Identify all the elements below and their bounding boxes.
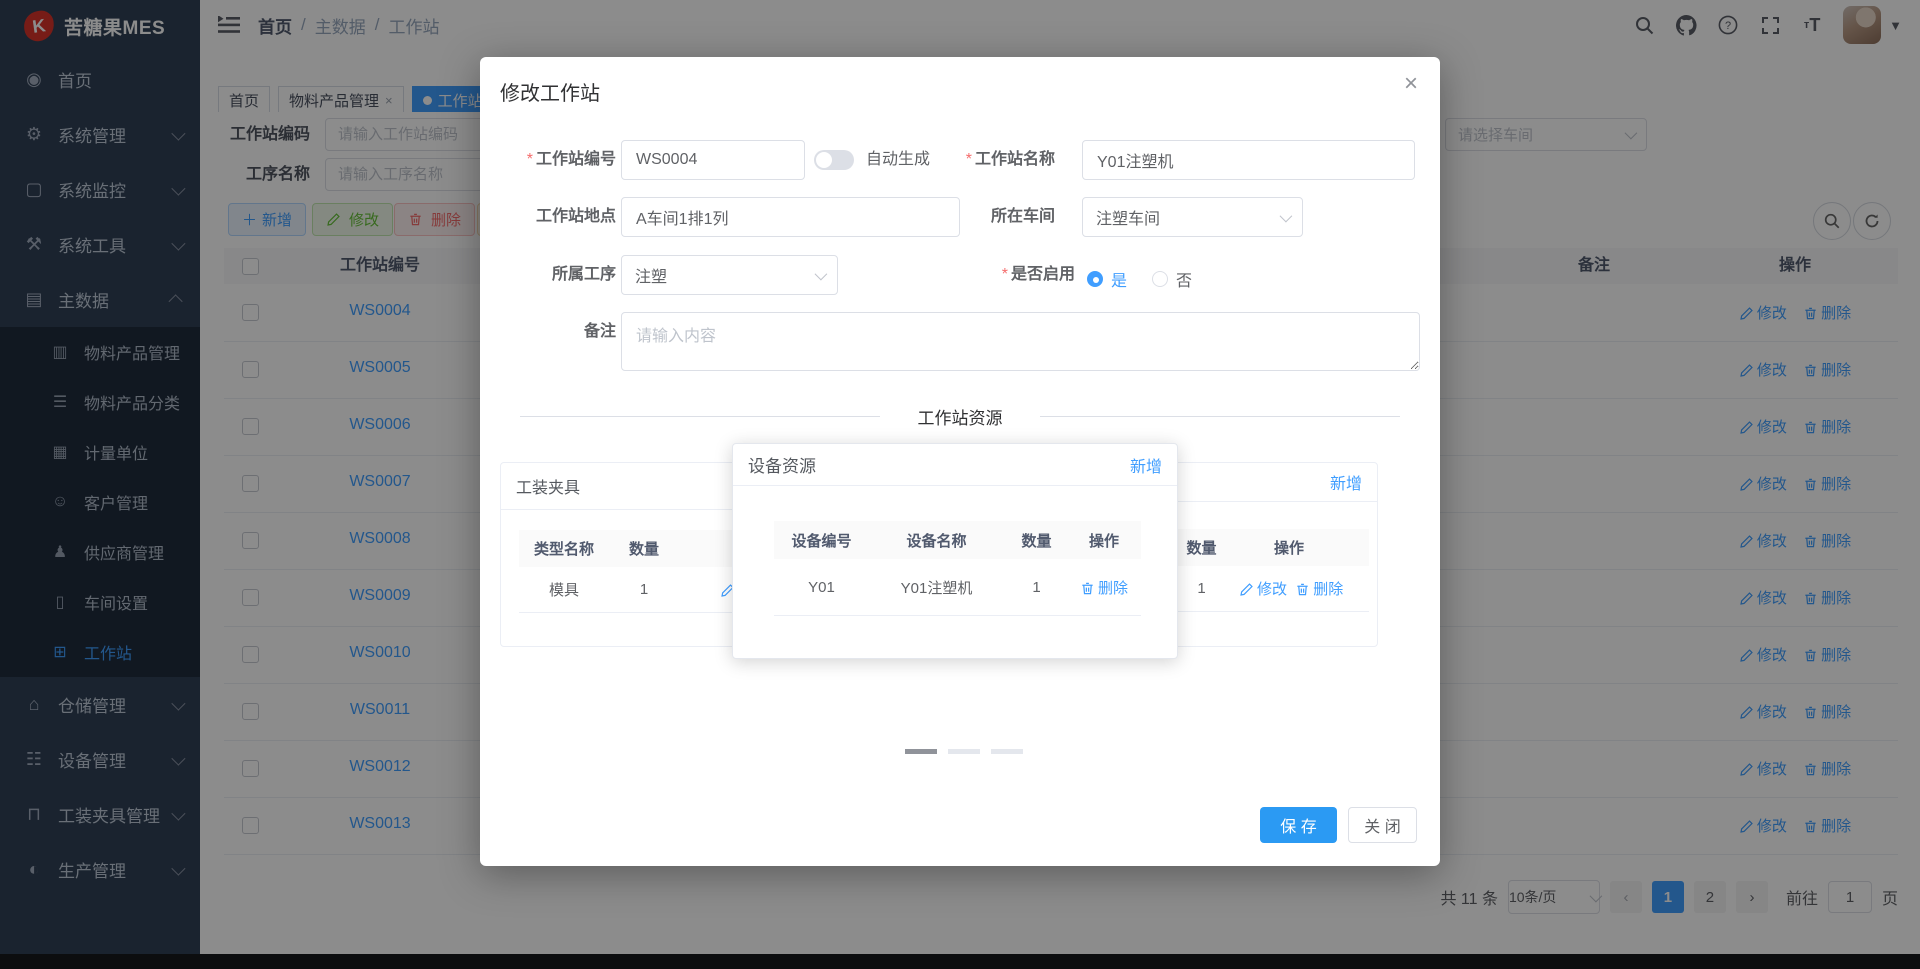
dialog-title: 修改工作站 — [500, 83, 600, 105]
device-card-title: 设备资源 — [748, 457, 816, 476]
enabled-yes-radio[interactable]: 是 — [1087, 267, 1127, 291]
fixture-card-title: 工装夹具 — [516, 480, 581, 497]
carousel-indicators — [905, 749, 1023, 754]
radio-unselected-icon — [1152, 271, 1168, 287]
workshop-select[interactable]: 注塑车间 — [1082, 197, 1303, 237]
device-row-qty: 1 — [1032, 578, 1041, 596]
device-resource-card: 设备资源 新增 设备编号 设备名称 数量 操作 Y01 Y01注塑机 1 删除 — [732, 443, 1178, 659]
device-row-code: Y01 — [808, 578, 835, 596]
chevron-down-icon — [814, 267, 828, 280]
process-label: 所属工序 — [551, 266, 616, 283]
process-select[interactable]: 注塑 — [621, 255, 838, 295]
edit-workstation-dialog: 修改工作站 × *工作站编号 自动生成 *工作站名称 工作站地点 所在车间 注塑… — [480, 57, 1440, 866]
workshop-label: 所在车间 — [990, 208, 1055, 225]
enabled-no-radio[interactable]: 否 — [1152, 267, 1192, 291]
third-col-actions: 操作 — [1273, 540, 1304, 557]
device-card-add-link[interactable]: 新增 — [1130, 453, 1162, 477]
section-title: 工作站资源 — [880, 404, 1040, 429]
device-col-actions: 操作 — [1088, 532, 1119, 550]
save-button[interactable]: 保 存 — [1260, 807, 1337, 843]
fixture-row-qty: 1 — [639, 581, 649, 598]
code-label: * 工作站编号 — [526, 151, 616, 168]
third-card-add-link[interactable]: 新增 — [1330, 470, 1362, 494]
auto-generate-toggle[interactable] — [814, 150, 854, 170]
fixture-row-type: 模具 — [548, 582, 579, 599]
device-col-code: 设备编号 — [791, 532, 852, 550]
dialog-close-button[interactable]: 关 闭 — [1348, 807, 1417, 843]
radio-selected-icon — [1087, 271, 1103, 287]
name-input[interactable] — [1082, 140, 1415, 180]
third-delete-link[interactable]: 删除 — [1295, 581, 1343, 598]
remark-textarea[interactable] — [621, 312, 1420, 371]
remark-label: 备注 — [583, 323, 616, 340]
device-col-name: 设备名称 — [906, 532, 967, 550]
code-input[interactable] — [621, 140, 805, 180]
fixture-col-type: 类型名称 — [533, 541, 594, 558]
app-screen: K 苦糖果MES ◉ 首页 ⚙ 系统管理 ▢ 系统监控 ⚒ 系统工具 ▤ 主数据… — [0, 0, 1920, 969]
name-label: * 工作站名称 — [965, 151, 1055, 168]
fixture-col-qty: 数量 — [628, 541, 659, 558]
carousel-indicator[interactable] — [991, 749, 1023, 754]
third-edit-link[interactable]: 修改 — [1239, 581, 1287, 598]
device-col-qty: 数量 — [1021, 532, 1052, 550]
chevron-down-icon — [1279, 209, 1293, 222]
location-label: 工作站地点 — [535, 208, 616, 225]
enabled-label: * 是否启用 — [1001, 266, 1075, 283]
device-row-name: Y01注塑机 — [900, 579, 973, 597]
device-delete-link[interactable]: 删除 — [1080, 580, 1128, 597]
close-icon[interactable]: × — [1396, 69, 1426, 99]
carousel-indicator[interactable] — [905, 749, 937, 754]
carousel-indicator[interactable] — [948, 749, 980, 754]
